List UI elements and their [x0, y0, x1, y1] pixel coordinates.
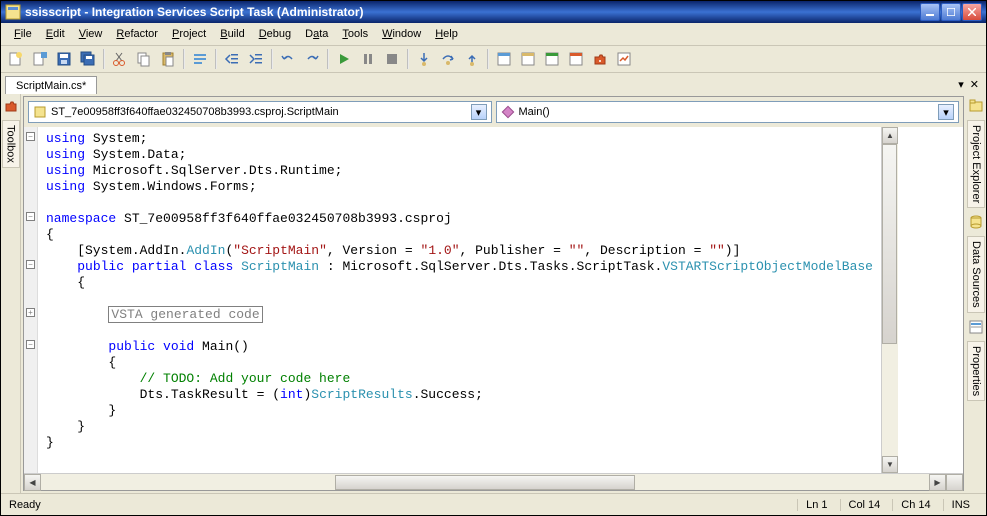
properties-button[interactable] — [613, 48, 635, 70]
scroll-left-icon[interactable]: ◀ — [24, 474, 41, 491]
app-icon — [5, 4, 21, 20]
right-side-panel: Project Explorer Data Sources Properties — [966, 94, 986, 493]
data-sources-icon — [968, 214, 984, 230]
menu-tools[interactable]: Tools — [335, 25, 375, 43]
menu-project[interactable]: Project — [165, 25, 213, 43]
add-item-button[interactable] — [29, 48, 51, 70]
menu-view[interactable]: View — [72, 25, 110, 43]
copy-button[interactable] — [133, 48, 155, 70]
toolbox-tab[interactable]: Toolbox — [2, 120, 20, 168]
fold-icon[interactable]: − — [26, 340, 35, 349]
editor-area: ST_7e00958ff3f640ffae032450708b3993.cspr… — [23, 96, 964, 491]
minimize-button[interactable] — [920, 3, 940, 21]
method-icon — [501, 105, 515, 119]
class-dropdown[interactable]: ST_7e00958ff3f640ffae032450708b3993.cspr… — [28, 101, 492, 123]
step-into-button[interactable] — [413, 48, 435, 70]
status-ch: Ch 14 — [892, 499, 938, 511]
scroll-down-icon[interactable]: ▼ — [882, 456, 898, 473]
code-text[interactable]: using System; using System.Data; using M… — [38, 127, 881, 473]
maximize-button[interactable] — [941, 3, 961, 21]
indent-button[interactable] — [245, 48, 267, 70]
data-sources-tab[interactable]: Data Sources — [967, 236, 985, 313]
window4-button[interactable] — [565, 48, 587, 70]
title-bar: ssisscript - Integration Services Script… — [1, 1, 986, 23]
fold-icon[interactable]: − — [26, 260, 35, 269]
comment-button[interactable] — [189, 48, 211, 70]
properties-icon — [968, 319, 984, 335]
window3-button[interactable] — [541, 48, 563, 70]
close-button[interactable] — [962, 3, 982, 21]
status-ins: INS — [943, 499, 978, 511]
tab-dropdown-icon[interactable]: ▾ — [955, 75, 967, 94]
window-title: ssisscript - Integration Services Script… — [25, 5, 920, 19]
scroll-right-icon[interactable]: ▶ — [929, 474, 946, 491]
class-icon — [33, 105, 47, 119]
fold-icon[interactable]: − — [26, 132, 35, 141]
stop-button[interactable] — [381, 48, 403, 70]
status-ready: Ready — [9, 499, 41, 511]
method-dropdown-text: Main() — [519, 106, 550, 118]
fold-icon[interactable]: + — [26, 308, 35, 317]
step-over-button[interactable] — [437, 48, 459, 70]
left-side-panel: Toolbox — [1, 94, 21, 493]
window1-button[interactable] — [493, 48, 515, 70]
outline-margin: − − − + − — [24, 127, 38, 473]
menu-edit[interactable]: Edit — [39, 25, 72, 43]
scroll-thumb[interactable] — [335, 475, 635, 490]
document-tab[interactable]: ScriptMain.cs* — [5, 76, 97, 95]
undo-button[interactable] — [277, 48, 299, 70]
properties-tab[interactable]: Properties — [967, 341, 985, 401]
scroll-up-icon[interactable]: ▲ — [882, 127, 898, 144]
chevron-down-icon: ▾ — [938, 104, 954, 120]
status-line: Ln 1 — [797, 499, 835, 511]
pause-button[interactable] — [357, 48, 379, 70]
save-button[interactable] — [53, 48, 75, 70]
start-debug-button[interactable] — [333, 48, 355, 70]
vertical-scrollbar[interactable]: ▲ ▼ — [881, 127, 898, 473]
navigation-bar: ST_7e00958ff3f640ffae032450708b3993.cspr… — [24, 97, 963, 127]
status-bar: Ready Ln 1 Col 14 Ch 14 INS — [1, 493, 986, 515]
scroll-thumb[interactable] — [882, 144, 897, 344]
menu-build[interactable]: Build — [213, 25, 251, 43]
redo-button[interactable] — [301, 48, 323, 70]
cut-button[interactable] — [109, 48, 131, 70]
step-out-button[interactable] — [461, 48, 483, 70]
paste-button[interactable] — [157, 48, 179, 70]
toolbar — [1, 46, 986, 73]
horizontal-scrollbar[interactable]: ◀ ▶ — [24, 473, 963, 490]
status-col: Col 14 — [840, 499, 889, 511]
chevron-down-icon: ▾ — [471, 104, 487, 120]
menu-refactor[interactable]: Refactor — [109, 25, 165, 43]
outdent-button[interactable] — [221, 48, 243, 70]
menu-window[interactable]: Window — [375, 25, 428, 43]
save-all-button[interactable] — [77, 48, 99, 70]
project-explorer-tab[interactable]: Project Explorer — [967, 120, 985, 208]
window2-button[interactable] — [517, 48, 539, 70]
class-dropdown-text: ST_7e00958ff3f640ffae032450708b3993.cspr… — [51, 106, 339, 118]
project-explorer-icon — [968, 98, 984, 114]
toolbox-icon — [3, 98, 19, 114]
tab-close-icon[interactable]: ✕ — [967, 75, 982, 94]
code-editor[interactable]: − − − + − using System; using System.Dat… — [24, 127, 963, 473]
new-project-button[interactable] — [5, 48, 27, 70]
menu-debug[interactable]: Debug — [252, 25, 298, 43]
menu-data[interactable]: Data — [298, 25, 335, 43]
menu-file[interactable]: File — [7, 25, 39, 43]
menu-bar: File Edit View Refactor Project Build De… — [1, 23, 986, 46]
menu-help[interactable]: Help — [428, 25, 465, 43]
fold-icon[interactable]: − — [26, 212, 35, 221]
main-area: Toolbox ST_7e00958ff3f640ffae032450708b3… — [1, 94, 986, 493]
document-tab-bar: ScriptMain.cs* ▾ ✕ — [1, 73, 986, 94]
scroll-corner — [946, 474, 963, 491]
toolbox-button[interactable] — [589, 48, 611, 70]
method-dropdown[interactable]: Main() ▾ — [496, 101, 960, 123]
